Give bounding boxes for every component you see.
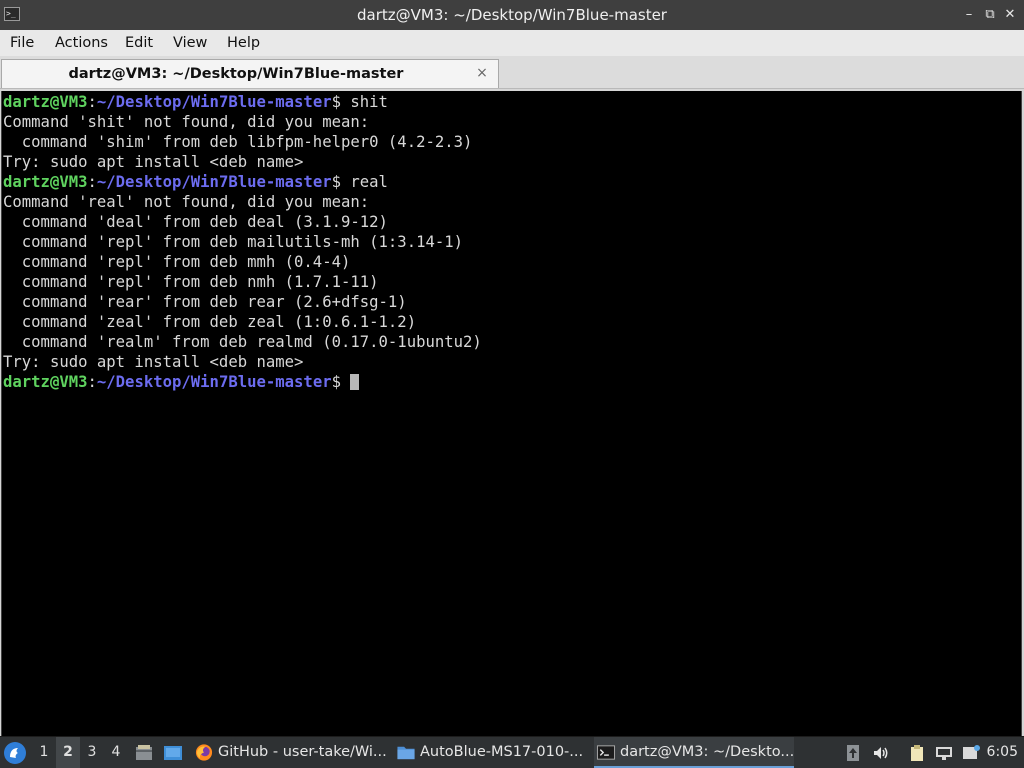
notifications-icon[interactable] [962,744,980,762]
prompt-separator: : [87,93,97,111]
prompt-line: dartz@VM3:~/Desktop/Win7Blue-master$ shi… [3,92,388,112]
menu-file[interactable]: File [10,30,34,56]
firefox-icon [195,744,213,761]
prompt-user: dartz@VM3 [3,373,88,391]
prompt-user: dartz@VM3 [3,93,88,111]
workspace-2[interactable]: 2 [56,737,80,768]
application-menu-icon[interactable] [4,742,26,764]
prompt-line: dartz@VM3:~/Desktop/Win7Blue-master$ [3,372,360,392]
clock[interactable]: 6:05 [987,737,1018,768]
prompt-separator: : [87,173,97,191]
output-line: command 'repl' from deb mailutils-mh (1:… [3,233,464,251]
title-bar: >_ dartz@VM3: ~/Desktop/Win7Blue-master … [0,0,1024,30]
prompt-separator: : [87,373,97,391]
output-line: Try: sudo apt install <deb name> [3,153,304,171]
terminal-output[interactable]: dartz@VM3:~/Desktop/Win7Blue-master$ shi… [1,91,1022,736]
workspace-1[interactable]: 1 [32,737,56,768]
task-label: dartz@VM3: ~/Deskto... [620,744,794,760]
output-line: command 'shim' from deb libfpm-helper0 (… [3,133,473,151]
network-icon[interactable] [935,744,953,762]
show-desktop-icon[interactable] [163,743,183,763]
file-manager-icon[interactable] [134,743,154,763]
output-line: command 'zeal' from deb zeal (1:0.6.1-1.… [3,313,417,331]
output-line: Try: sudo apt install <deb name> [3,353,304,371]
update-notifier-icon[interactable] [844,744,862,762]
menu-edit[interactable]: Edit [125,30,153,56]
workspace-4[interactable]: 4 [104,737,128,768]
prompt-user: dartz@VM3 [3,173,88,191]
output-line: command 'rear' from deb rear (2.6+dfsg-1… [3,293,407,311]
output-line: command 'repl' from deb mmh (0.4-4) [3,253,351,271]
prompt-path: ~/Desktop/Win7Blue-master [96,373,332,391]
output-line: Command 'real' not found, did you mean: [3,193,370,211]
output-line: Command 'shit' not found, did you mean: [3,113,370,131]
tab-bar: dartz@VM3: ~/Desktop/Win7Blue-master × [0,56,1024,89]
window-title: dartz@VM3: ~/Desktop/Win7Blue-master [357,6,667,24]
menu-bar: File Actions Edit View Help [0,30,1024,56]
tab-label: dartz@VM3: ~/Desktop/Win7Blue-master [68,66,404,82]
menu-help[interactable]: Help [227,30,260,56]
task-firefox[interactable]: GitHub - user-take/Wi... [192,737,392,768]
minimize-button[interactable]: – [960,5,978,25]
prompt-symbol: $ [331,373,351,391]
tab-close-icon[interactable]: × [474,63,490,83]
clipboard-icon[interactable] [908,744,926,762]
output-line: command 'deal' from deb deal (3.1.9-12) [3,213,388,231]
task-label: GitHub - user-take/Wi... [218,744,387,760]
task-label: AutoBlue-MS17-010-... [420,744,584,760]
prompt-symbol: $ [331,173,351,191]
volume-icon[interactable] [872,744,890,762]
output-line: command 'repl' from deb nmh (1.7.1-11) [3,273,379,291]
menu-actions[interactable]: Actions [55,30,108,56]
menu-view[interactable]: View [173,30,207,56]
terminal-tab[interactable]: dartz@VM3: ~/Desktop/Win7Blue-master × [1,59,499,88]
restore-button[interactable]: ⧉ [981,5,999,25]
task-terminal[interactable]: dartz@VM3: ~/Deskto... [594,737,794,768]
output-line: command 'realm' from deb realmd (0.17.0-… [3,333,482,351]
prompt-path: ~/Desktop/Win7Blue-master [96,173,332,191]
command-text: real [350,173,388,191]
workspace-3[interactable]: 3 [80,737,104,768]
task-file-manager[interactable]: AutoBlue-MS17-010-... [394,737,590,768]
text-cursor [350,374,360,390]
terminal-icon [596,745,616,760]
taskbar: 1 2 3 4 GitHub - user-take/Wi... AutoBlu… [0,736,1024,768]
folder-icon [397,746,415,760]
command-text: shit [350,93,388,111]
prompt-symbol: $ [331,93,351,111]
close-button[interactable]: ✕ [1001,5,1019,25]
prompt-line: dartz@VM3:~/Desktop/Win7Blue-master$ rea… [3,172,388,192]
prompt-path: ~/Desktop/Win7Blue-master [96,93,332,111]
